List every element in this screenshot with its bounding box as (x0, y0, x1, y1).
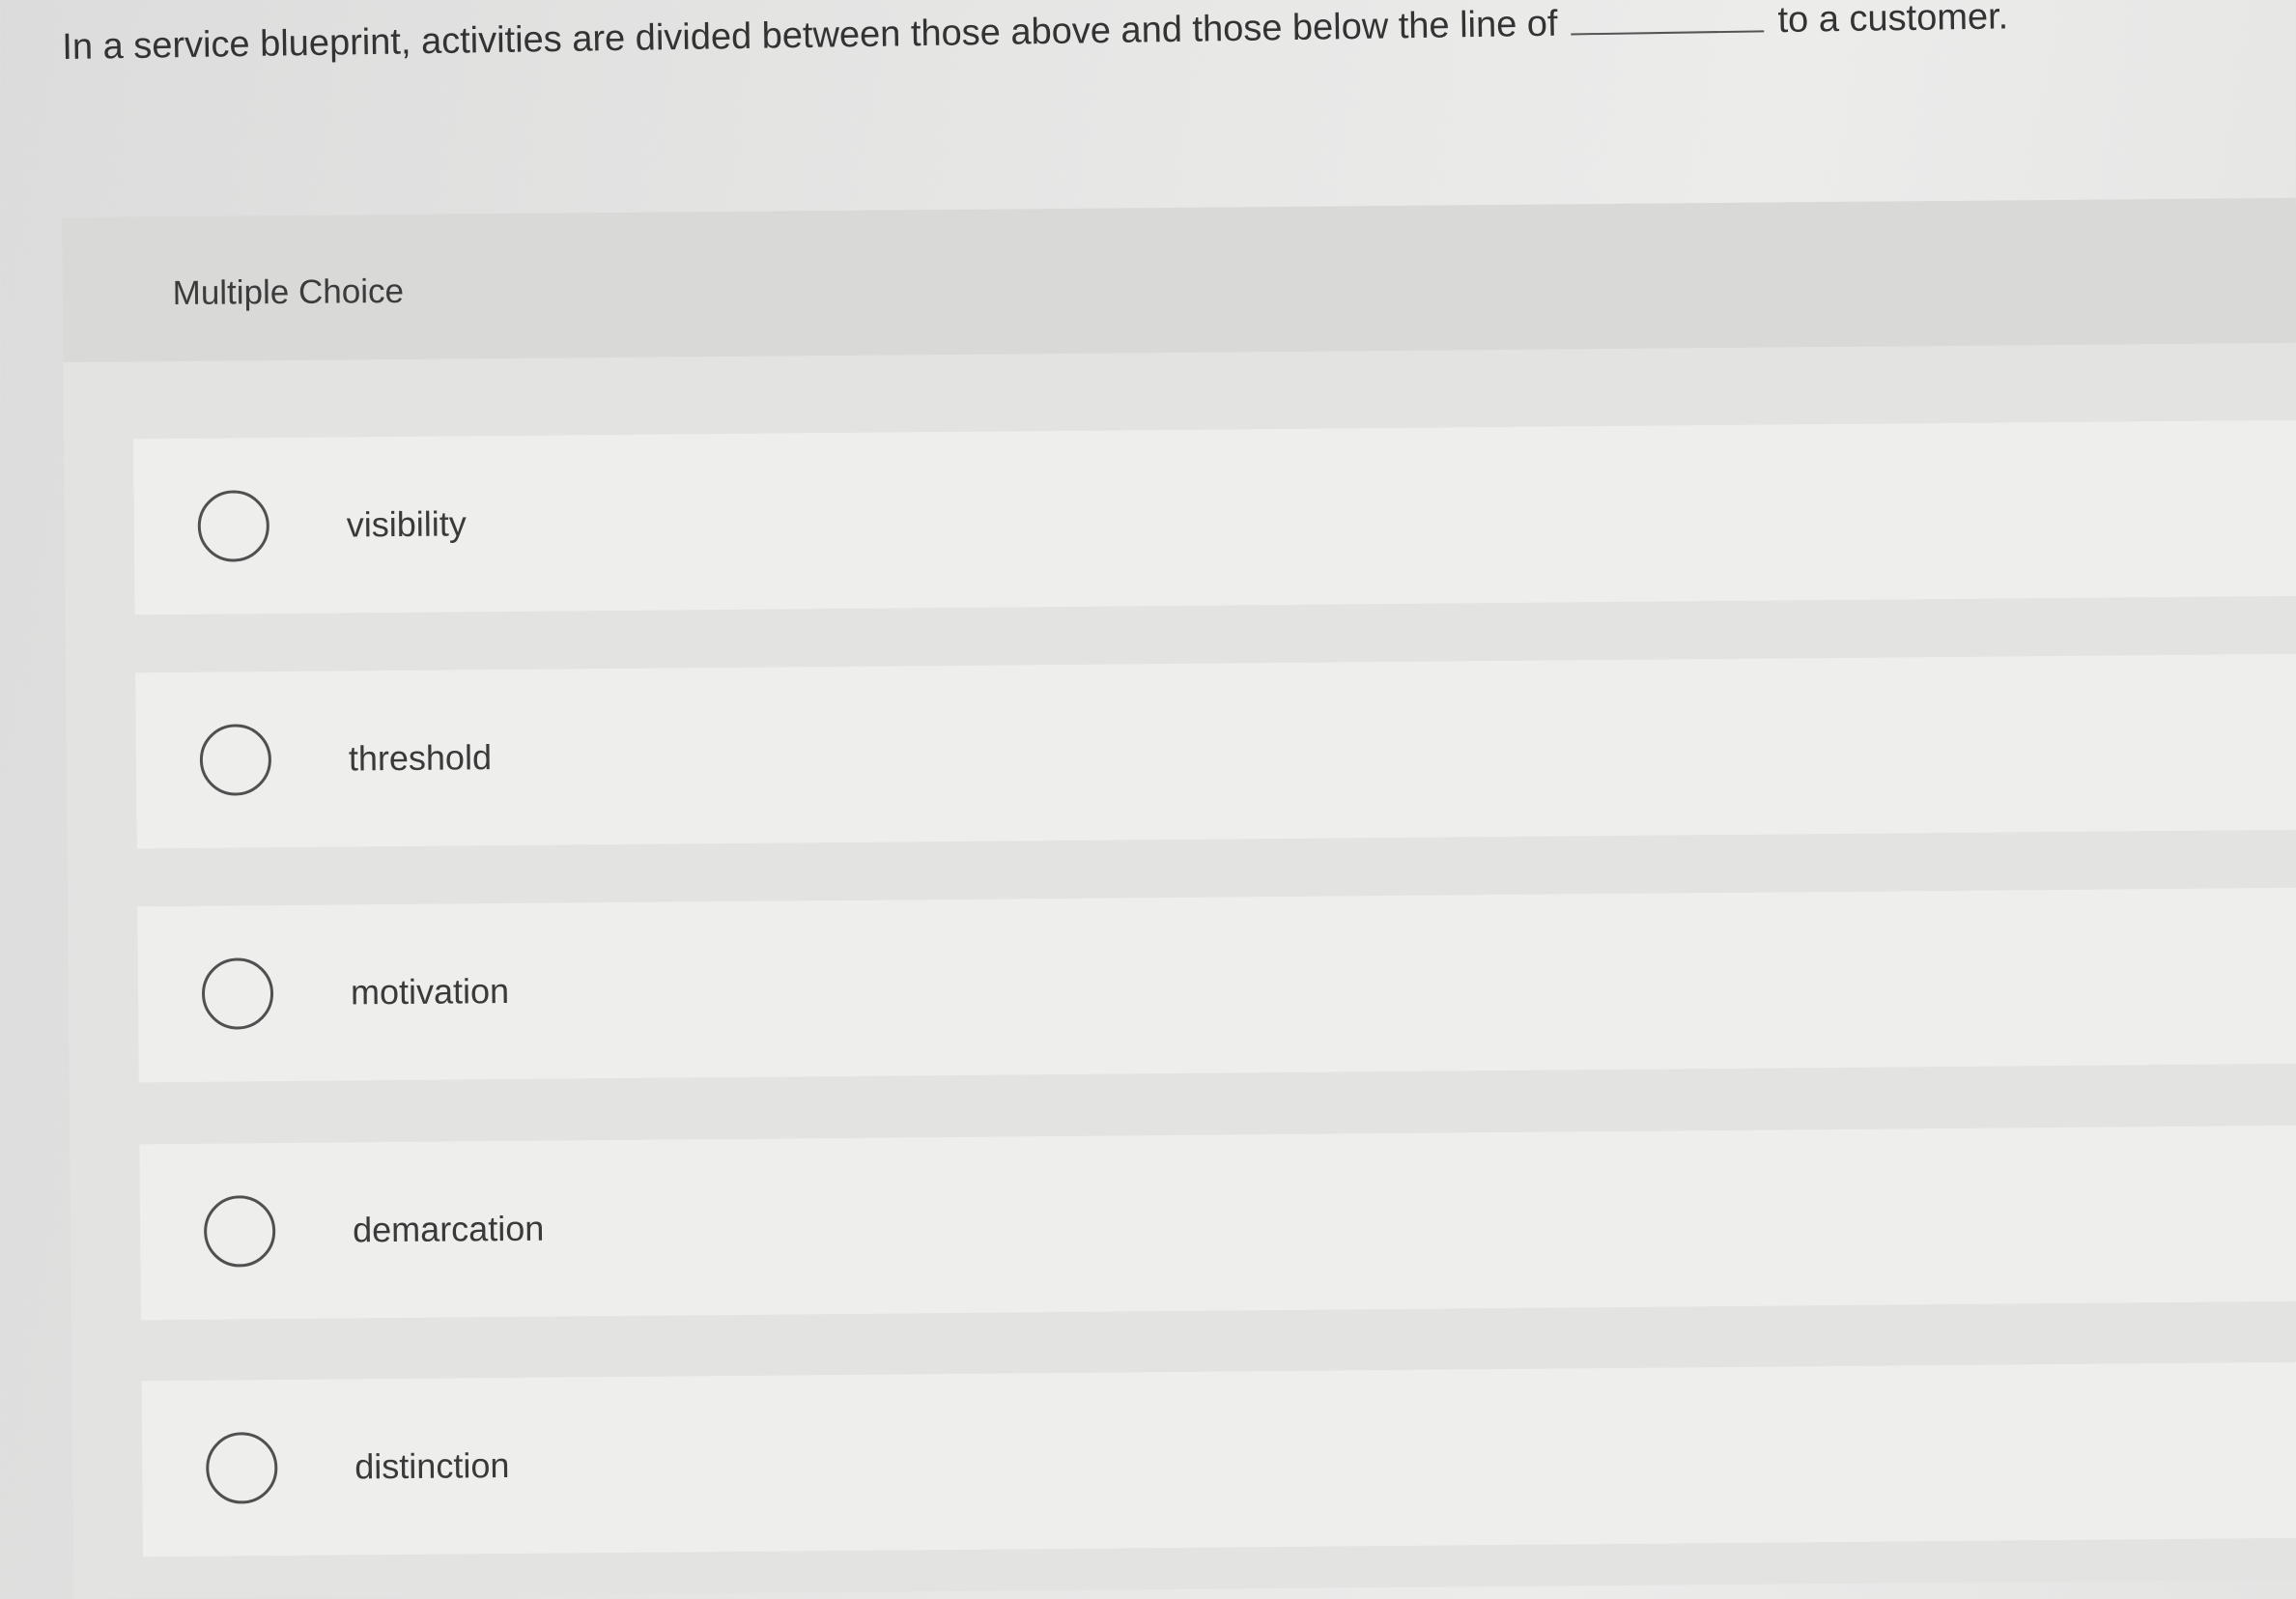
option-motivation[interactable]: motivation (137, 887, 2296, 1083)
option-visibility[interactable]: visibility (133, 419, 2296, 615)
option-threshold[interactable]: threshold (135, 653, 2296, 849)
option-distinction[interactable]: distinction (141, 1361, 2296, 1557)
radio-button-icon[interactable] (205, 1432, 278, 1504)
question-text-before: In a service blueprint, activities are d… (62, 3, 1558, 68)
option-label[interactable]: distinction (354, 1445, 509, 1487)
multiple-choice-header: Multiple Choice (62, 197, 2296, 362)
answer-blank (1571, 7, 1765, 36)
radio-button-icon[interactable] (203, 1195, 276, 1268)
radio-button-icon[interactable] (201, 957, 274, 1030)
multiple-choice-panel: Multiple Choice visibility threshold mot… (62, 197, 2296, 1599)
option-label[interactable]: threshold (349, 737, 492, 779)
radio-button-icon[interactable] (197, 490, 270, 562)
question-text: In a service blueprint, activities are d… (62, 0, 2246, 104)
radio-button-icon[interactable] (199, 724, 272, 796)
option-label[interactable]: visibility (347, 503, 467, 545)
question-text-after: to a customer. (1777, 0, 2009, 42)
option-label[interactable]: motivation (351, 971, 509, 1013)
multiple-choice-title: Multiple Choice (172, 271, 405, 313)
option-demarcation[interactable]: demarcation (139, 1125, 2296, 1321)
option-label[interactable]: demarcation (353, 1209, 544, 1251)
